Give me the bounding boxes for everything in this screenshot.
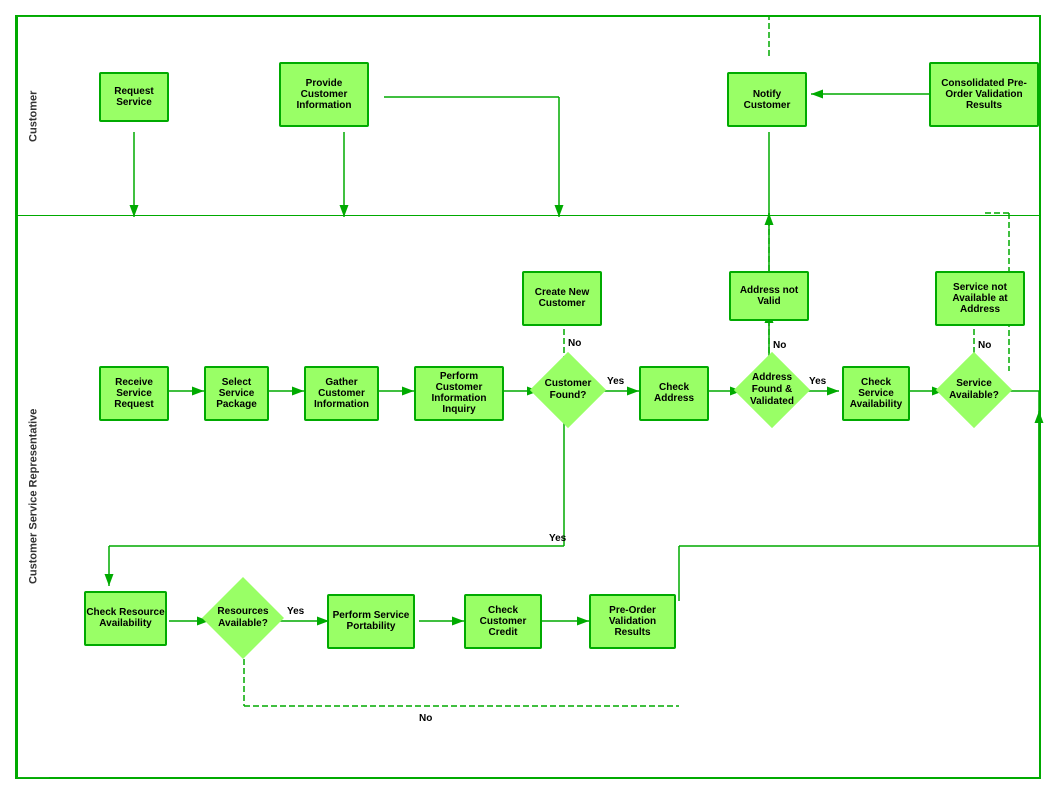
customer-lane-label: Customer	[17, 17, 49, 215]
svg-text:No: No	[419, 713, 432, 724]
consolidated-node: Consolidated Pre-Order Validation Result…	[929, 62, 1039, 127]
request-service-node: Request Service	[99, 72, 169, 122]
customer-lane: Customer	[17, 17, 1039, 216]
svg-text:Yes: Yes	[809, 376, 827, 387]
receive-request-node: Receive Service Request	[99, 366, 169, 421]
address-found-node: Address Found & Validated	[734, 352, 810, 428]
customer-lane-content: Request Service Provide Customer Informa…	[49, 17, 1039, 215]
csr-lane-content: Yes No Yes No No	[49, 216, 1039, 777]
customer-found-node: Customer Found?	[530, 352, 606, 428]
check-address-node: Check Address	[639, 366, 709, 421]
svg-text:No: No	[568, 338, 581, 349]
svg-text:No: No	[773, 340, 786, 351]
select-package-node: Select Service Package	[204, 366, 269, 421]
create-new-node: Create New Customer	[522, 271, 602, 326]
svg-text:Yes: Yes	[549, 533, 567, 544]
service-not-available-node: Service not Available at Address	[935, 271, 1025, 326]
notify-customer-node: Notify Customer	[727, 72, 807, 127]
check-service-node: Check Service Availability	[842, 366, 910, 421]
top-arrows	[49, 17, 1039, 215]
csr-lane: Customer Service Representative	[17, 216, 1039, 777]
check-resource-node: Check Resource Availability	[84, 591, 167, 646]
gather-info-node: Gather Customer Information	[304, 366, 379, 421]
perform-portability-node: Perform Service Portability	[327, 594, 415, 649]
csr-lane-label: Customer Service Representative	[17, 216, 49, 777]
check-credit-node: Check Customer Credit	[464, 594, 542, 649]
resources-available-node: Resources Available?	[202, 577, 284, 659]
provide-info-node: Provide Customer Information	[279, 62, 369, 127]
service-available-node: Service Available?	[936, 352, 1012, 428]
preorder-validation-node: Pre-Order Validation Results	[589, 594, 676, 649]
svg-text:No: No	[978, 340, 991, 351]
perform-inquiry-node: Perform Customer Information Inquiry	[414, 366, 504, 421]
diagram-container: Customer	[15, 15, 1041, 779]
svg-text:Yes: Yes	[287, 606, 305, 617]
customer-arrows	[49, 17, 1039, 215]
svg-text:Yes: Yes	[607, 376, 625, 387]
address-not-valid-node: Address not Valid	[729, 271, 809, 321]
